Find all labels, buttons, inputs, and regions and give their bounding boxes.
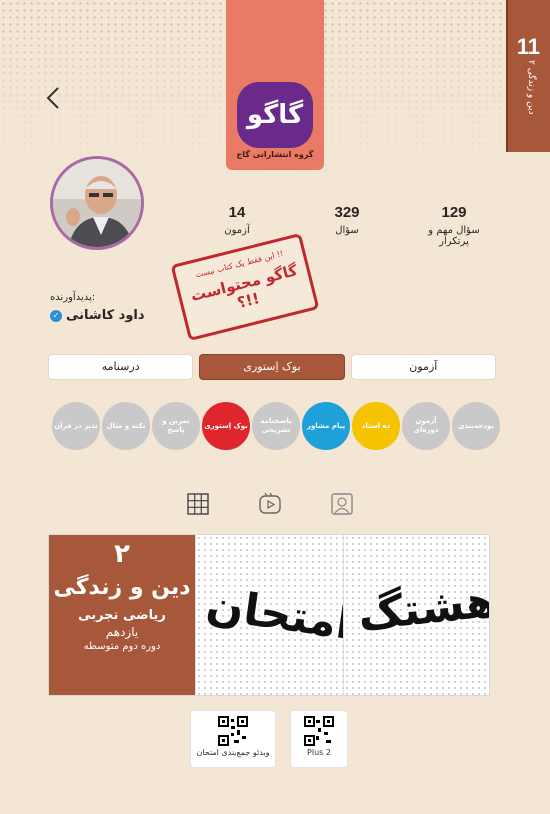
tab-bar: درسنامه بوک اِستوری آزمون	[48, 354, 496, 380]
back-arrow-icon[interactable]	[44, 86, 64, 110]
content-type-icons	[0, 492, 550, 522]
tab-bookstory[interactable]: بوک اِستوری	[199, 354, 345, 380]
stat-label: سؤال مهم و پرتکرار	[428, 225, 480, 247]
verified-icon: ✓	[50, 309, 62, 322]
spine-text: دین و زندگی ۲	[526, 60, 536, 115]
cover-level: دوره دوم متوسطه	[83, 641, 161, 652]
qr-label: ویدئو جمع‌بندی امتحان	[196, 748, 270, 757]
tab-exam[interactable]: آزمون	[350, 354, 496, 380]
book-spine: 11 دین و زندگی ۲	[506, 0, 550, 152]
avatar-photo-icon	[53, 159, 141, 247]
cover-title: دین و زندگی	[53, 575, 191, 600]
creator-label: پدیدآورنده:	[50, 292, 96, 303]
stat-value: 14	[228, 204, 246, 221]
stat-label: سؤال	[335, 225, 359, 236]
highlight-circle[interactable]: آزمون دوره‌ای	[402, 402, 450, 450]
highlight-circle[interactable]: بوک اِستوری	[202, 402, 250, 450]
stat-important-questions: 129 سؤال مهم و پرتکرار	[412, 204, 496, 247]
highlight-circle[interactable]: نکته و مثال	[102, 402, 150, 450]
tab-lesson[interactable]: درسنامه	[48, 354, 194, 380]
creator-avatar[interactable]	[50, 156, 144, 250]
promo-stamp: این فقط یک کتاب نیست !! گاگو محتواست !!؟	[170, 232, 320, 342]
brand-logo: گاگو	[237, 82, 313, 148]
book-banner[interactable]: ۲ دین و زندگی ریاضی تجربی یازدهم دوره دو…	[48, 534, 490, 696]
qr-card-plus[interactable]: Plus 2	[290, 710, 348, 768]
banner-art-panel-2: هشتگ	[343, 535, 489, 695]
qr-code-icon	[218, 716, 248, 746]
spine-number: 11	[516, 34, 540, 59]
qr-card-video[interactable]: ویدئو جمع‌بندی امتحان	[190, 710, 276, 768]
cover-subtitle: ریاضی تجربی	[78, 608, 166, 623]
banner-cover-panel: ۲ دین و زندگی ریاضی تجربی یازدهم دوره دو…	[49, 535, 195, 695]
highlight-circle[interactable]: بودجه‌بندی	[452, 402, 500, 450]
stat-label: آزمون	[224, 225, 250, 236]
brand-logo-text: گاگو	[246, 100, 304, 130]
highlight-circle[interactable]: تدبر در قرآن	[52, 402, 100, 450]
publisher-name: گروه انتشاراتی گاج	[236, 150, 314, 159]
highlight-circle[interactable]: تمرین و پاسخ	[152, 402, 200, 450]
creator-name-text: داود کاشانی	[66, 308, 145, 323]
qr-label: Plus 2	[307, 748, 331, 757]
reels-icon[interactable]	[258, 492, 282, 516]
grid-icon[interactable]	[186, 492, 210, 516]
qr-code-icon	[304, 716, 334, 746]
banner-art-panel: امتحان	[195, 535, 343, 695]
tagged-user-icon[interactable]	[330, 492, 354, 516]
cover-number: ۲	[114, 539, 130, 569]
art-word: هشتگ	[355, 575, 489, 642]
cover-grade: یازدهم	[105, 625, 139, 639]
art-word: امتحان	[203, 579, 343, 650]
stat-value: 329	[334, 204, 360, 221]
highlight-circle[interactable]: پاسخنامه تشریحی	[252, 402, 300, 450]
highlight-circle[interactable]: ده استاد	[352, 402, 400, 450]
creator-name[interactable]: ✓ داود کاشانی	[50, 308, 145, 323]
stat-value: 129	[441, 204, 467, 221]
highlight-circle[interactable]: پیام مشاور	[302, 402, 350, 450]
highlight-circles: تدبر در قرآن نکته و مثال تمرین و پاسخ بو…	[52, 402, 500, 452]
stat-exams: 14 آزمون	[202, 204, 272, 236]
stat-questions: 329 سؤال	[312, 204, 382, 236]
